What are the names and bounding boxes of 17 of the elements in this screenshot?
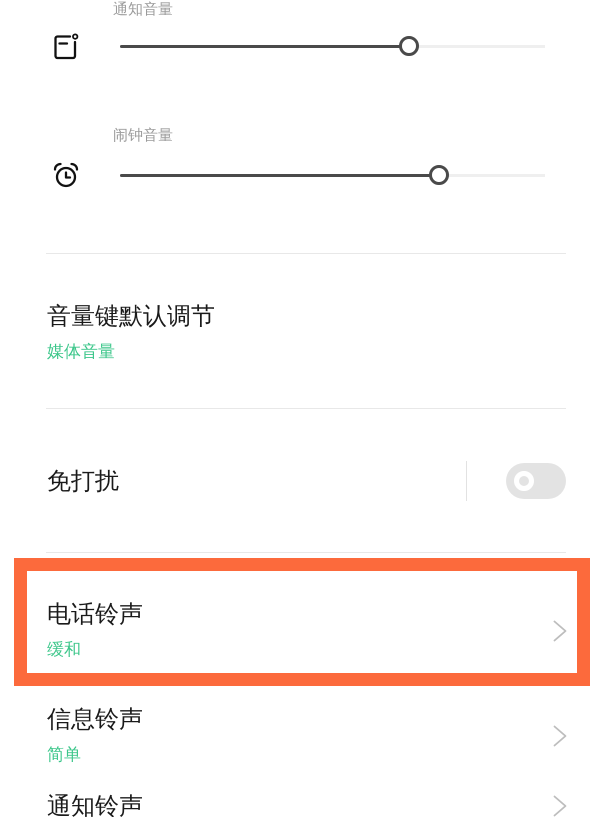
setting-title: 电话铃声 bbox=[47, 599, 143, 629]
setting-title: 免打扰 bbox=[47, 466, 119, 496]
toggle-switch[interactable] bbox=[506, 463, 566, 499]
notification-icon bbox=[52, 32, 80, 60]
alarm-clock-icon bbox=[52, 161, 80, 189]
setting-title: 音量键默认调节 bbox=[47, 301, 215, 331]
slider-label: 通知音量 bbox=[113, 0, 173, 18]
chevron-right-icon bbox=[553, 724, 567, 746]
setting-title: 信息铃声 bbox=[47, 704, 143, 734]
chevron-right-icon bbox=[553, 795, 567, 817]
slider-thumb[interactable] bbox=[428, 165, 449, 185]
slider-thumb[interactable] bbox=[399, 36, 419, 56]
setting-value: 媒体音量 bbox=[47, 341, 115, 364]
slider-label: 闹钟音量 bbox=[113, 126, 173, 144]
chevron-right-icon bbox=[553, 620, 567, 642]
setting-value: 简单 bbox=[47, 744, 81, 767]
setting-value: 缓和 bbox=[47, 639, 81, 662]
